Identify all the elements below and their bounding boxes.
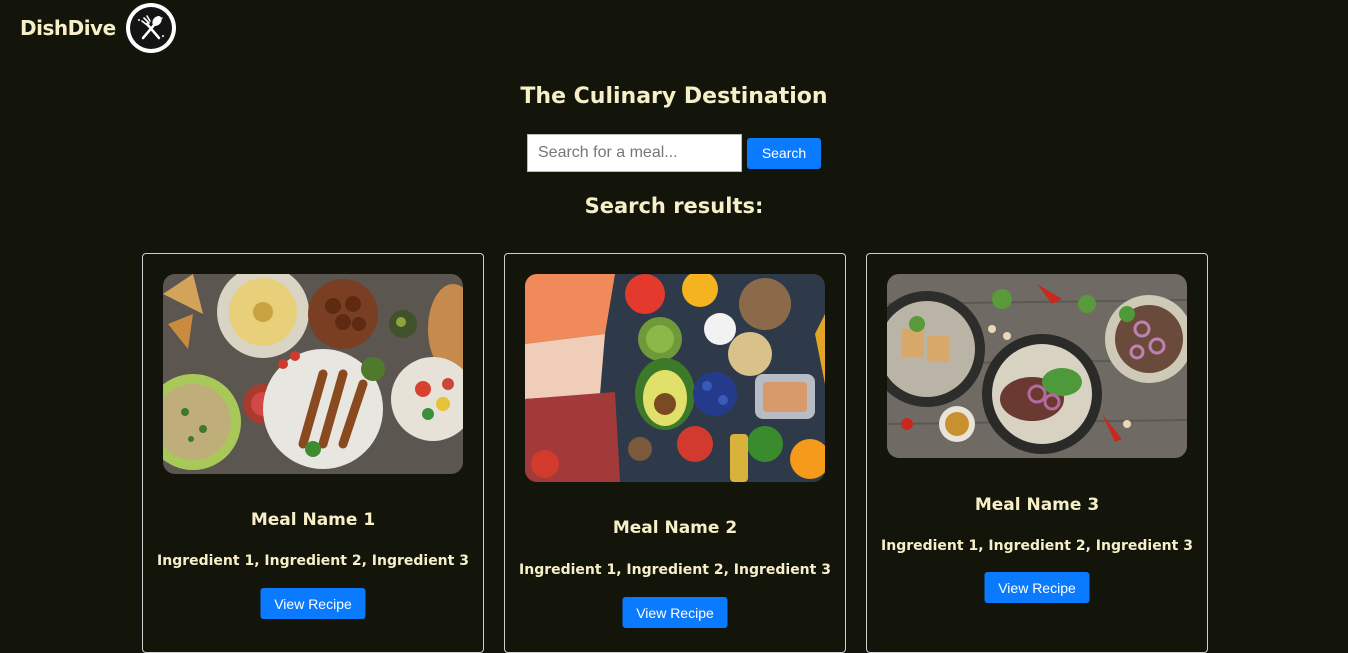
meal-card: Meal Name 3 Ingredient 1, Ingredient 2, … bbox=[866, 253, 1208, 653]
fresh-produce-image bbox=[525, 274, 825, 482]
meal-ingredients: Ingredient 1, Ingredient 2, Ingredient 3 bbox=[881, 538, 1193, 554]
search-bar: Search bbox=[0, 134, 1348, 172]
meal-card: Meal Name 2 Ingredient 1, Ingredient 2, … bbox=[504, 253, 846, 653]
brand-name[interactable]: DishDive bbox=[20, 16, 116, 40]
view-recipe-button[interactable]: View Recipe bbox=[260, 588, 366, 619]
meal-ingredients: Ingredient 1, Ingredient 2, Ingredient 3 bbox=[519, 562, 831, 578]
meal-name[interactable]: Meal Name 3 bbox=[867, 495, 1207, 515]
steak-bowls-image bbox=[887, 274, 1187, 458]
header: DishDive bbox=[20, 2, 176, 54]
view-recipe-button[interactable]: View Recipe bbox=[622, 597, 728, 628]
meal-card: Meal Name 1 Ingredient 1, Ingredient 2, … bbox=[142, 253, 484, 653]
mezze-platter-image bbox=[163, 274, 463, 474]
results-heading: Search results: bbox=[584, 194, 764, 218]
view-recipe-button[interactable]: View Recipe bbox=[984, 572, 1090, 603]
meal-name[interactable]: Meal Name 1 bbox=[143, 510, 483, 530]
meal-name[interactable]: Meal Name 2 bbox=[505, 518, 845, 538]
meal-ingredients: Ingredient 1, Ingredient 2, Ingredient 3 bbox=[157, 553, 469, 569]
page-title: The Culinary Destination bbox=[520, 84, 828, 109]
search-button[interactable]: Search bbox=[747, 137, 821, 169]
fork-spoon-icon[interactable] bbox=[125, 3, 176, 53]
search-input[interactable] bbox=[527, 134, 742, 172]
